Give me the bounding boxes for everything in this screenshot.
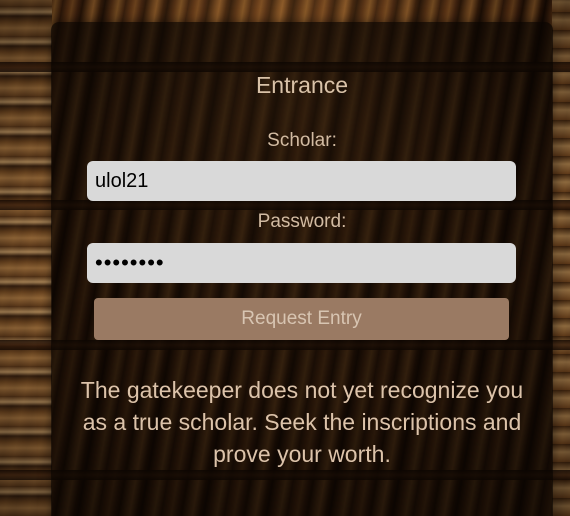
- scholar-input[interactable]: [87, 161, 516, 201]
- scholar-label: Scholar:: [267, 130, 337, 151]
- gatekeeper-message: The gatekeeper does not yet recognize yo…: [80, 377, 524, 467]
- form-title: Entrance: [255, 72, 349, 98]
- login-card: Entrance Scholar: Password: Request Entr…: [51, 22, 553, 516]
- request-entry-button[interactable]: Request Entry: [94, 298, 509, 340]
- password-input[interactable]: [87, 243, 516, 283]
- password-label: Password:: [257, 211, 347, 232]
